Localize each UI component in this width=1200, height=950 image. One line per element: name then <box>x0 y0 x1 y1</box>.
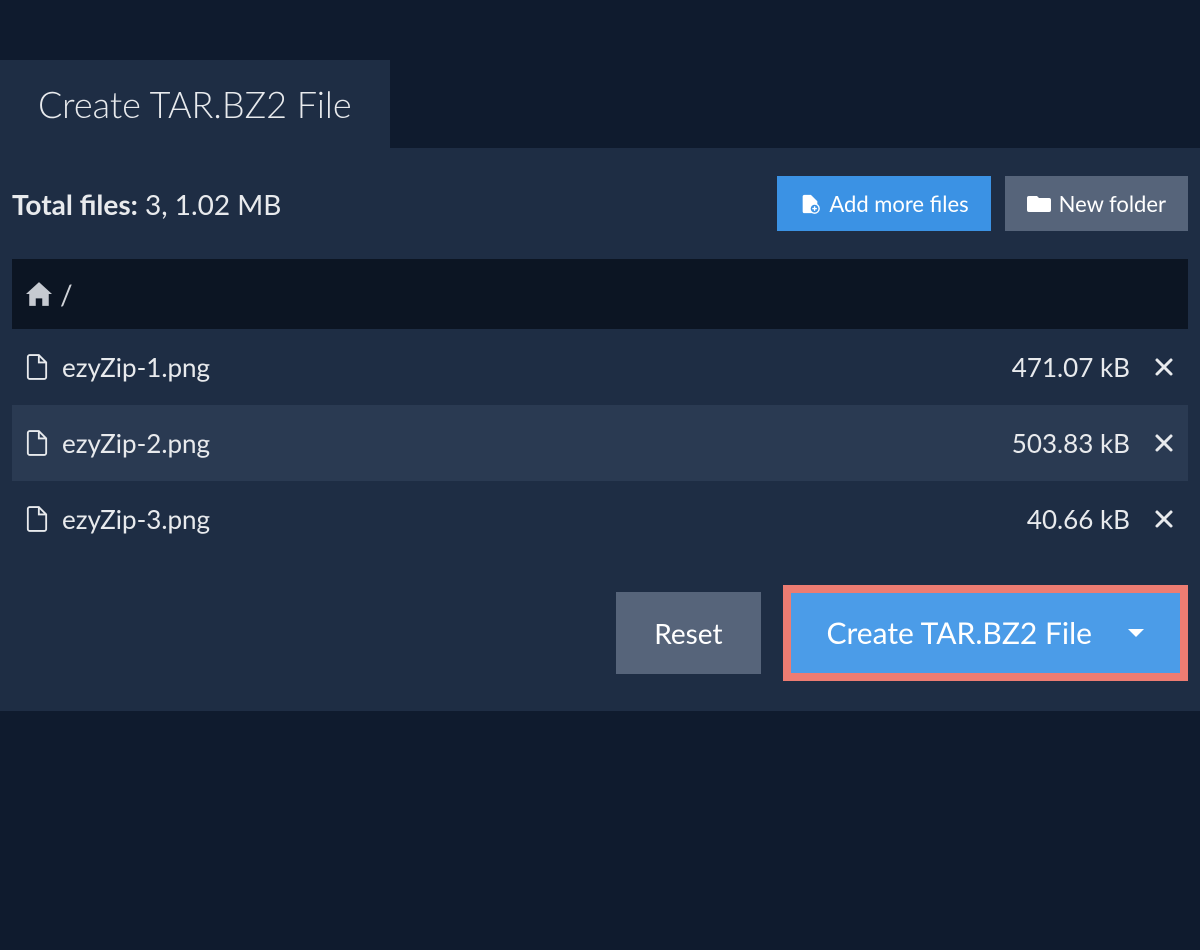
file-add-icon <box>799 193 821 215</box>
toolbar-buttons: Add more files New folder <box>777 176 1188 231</box>
remove-file-button[interactable] <box>1154 357 1174 377</box>
reset-label: Reset <box>654 616 722 650</box>
folder-icon <box>1027 194 1051 214</box>
summary-label: Total files: <box>12 187 138 221</box>
add-more-files-label: Add more files <box>829 190 968 217</box>
file-name: ezyZip-3.png <box>62 503 1013 535</box>
action-bar: Reset Create TAR.BZ2 File <box>0 557 1200 691</box>
breadcrumb-sep: / <box>60 277 73 311</box>
summary-text: Total files: 3, 1.02 MB <box>12 187 281 221</box>
summary-bar: Total files: 3, 1.02 MB Add more files <box>0 148 1200 259</box>
new-folder-label: New folder <box>1059 190 1166 217</box>
file-name: ezyZip-2.png <box>62 427 998 459</box>
tab-create-tarbz2[interactable]: Create TAR.BZ2 File <box>0 60 390 148</box>
add-more-files-button[interactable]: Add more files <box>777 176 990 231</box>
new-folder-button[interactable]: New folder <box>1005 176 1188 231</box>
file-rows: ezyZip-1.png 471.07 kB <box>12 329 1188 557</box>
summary-value: 3, 1.02 MB <box>145 187 281 221</box>
chevron-down-icon <box>1128 629 1144 637</box>
create-archive-button[interactable]: Create TAR.BZ2 File <box>791 593 1180 673</box>
create-highlight: Create TAR.BZ2 File <box>783 585 1188 681</box>
tab-title: Create TAR.BZ2 File <box>38 82 352 126</box>
create-label: Create TAR.BZ2 File <box>827 615 1092 651</box>
file-row[interactable]: ezyZip-2.png 503.83 kB <box>12 405 1188 481</box>
remove-file-button[interactable] <box>1154 433 1174 453</box>
file-name: ezyZip-1.png <box>62 351 998 383</box>
file-icon <box>26 505 48 533</box>
file-row[interactable]: ezyZip-1.png 471.07 kB <box>12 329 1188 405</box>
file-icon <box>26 429 48 457</box>
file-list: / ezyZip-1.png 471.07 kB <box>12 259 1188 557</box>
remove-file-button[interactable] <box>1154 509 1174 529</box>
file-size: 40.66 kB <box>1027 503 1130 535</box>
home-icon <box>26 282 52 306</box>
file-icon <box>26 353 48 381</box>
breadcrumb[interactable]: / <box>12 259 1188 329</box>
file-size: 471.07 kB <box>1012 351 1130 383</box>
reset-button[interactable]: Reset <box>616 592 760 674</box>
file-row[interactable]: ezyZip-3.png 40.66 kB <box>12 481 1188 557</box>
file-size: 503.83 kB <box>1012 427 1130 459</box>
main-panel: Total files: 3, 1.02 MB Add more files <box>0 148 1200 711</box>
